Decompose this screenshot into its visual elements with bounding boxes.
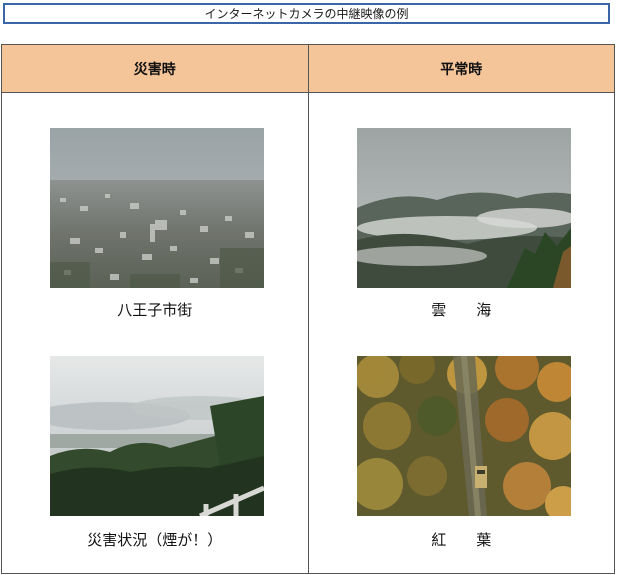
smoke-forest-photo [50,356,264,516]
caption-smoke: 災害状況（煙が！） [87,531,223,549]
caption-city-view: 八王子市街 [117,301,193,319]
normal-column-cell: 雲 海 紅 葉 [307,92,615,574]
column-header-normal: 平常時 [307,44,615,93]
table-body-row: 八王子市街 災害状況（煙が！） 雲 海 紅 葉 [1,92,615,574]
autumn-leaves-photo [356,356,571,516]
city-view-photo [50,128,264,288]
caption-sea-of-clouds: 雲 海 [431,301,492,319]
sea-of-clouds-photo [356,128,571,288]
table-header-row: 災害時 平常時 [1,44,615,93]
column-header-disaster: 災害時 [1,44,309,93]
disaster-column-cell: 八王子市街 災害状況（煙が！） [1,92,309,574]
page-title: インターネットカメラの中継映像の例 [3,3,610,24]
caption-autumn-leaves: 紅 葉 [431,531,492,549]
camera-gallery-table: 災害時 平常時 八王子市街 災害状況（煙が！） 雲 海 紅 葉 [1,44,615,574]
